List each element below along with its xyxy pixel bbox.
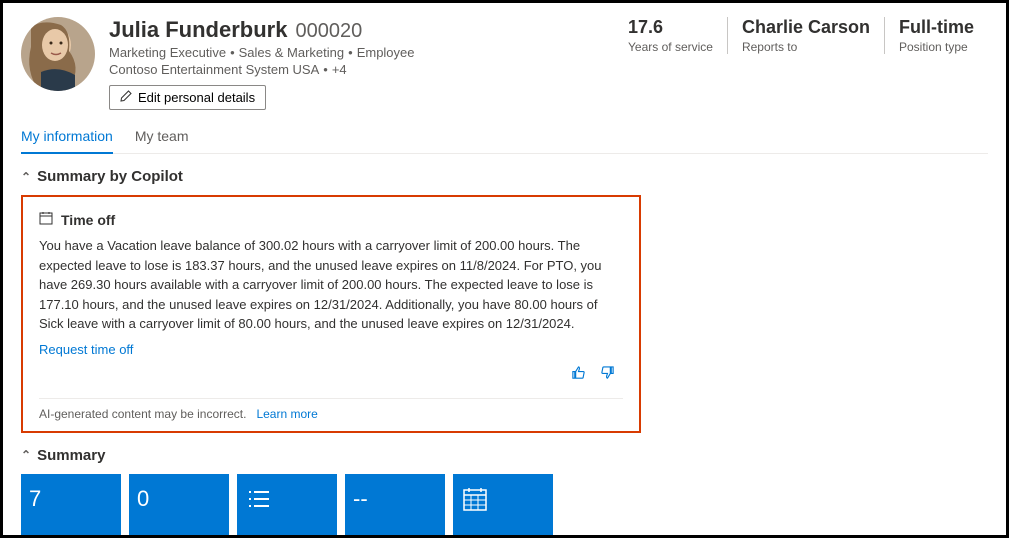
job-title: Marketing Executive [109,45,226,60]
edit-personal-button[interactable]: Edit personal details [109,85,266,110]
person-meta-1: Marketing Executive•Sales & Marketing•Em… [109,45,415,60]
feedback-row [39,365,623,384]
person-info: Julia Funderburk 000020 Marketing Execut… [109,17,415,110]
role: Employee [357,45,415,60]
stat-years: 17.6 Years of service [614,17,727,54]
edit-label: Edit personal details [138,90,255,105]
person-name: Julia Funderburk [109,17,287,43]
disclaimer-text: AI-generated content may be incorrect. [39,407,246,421]
header-right: 17.6 Years of service Charlie Carson Rep… [614,17,988,54]
reports-label: Reports to [742,40,870,54]
learn-more-link[interactable]: Learn more [256,407,317,421]
tile-top: 0 [137,482,221,516]
page-frame: Julia Funderburk 000020 Marketing Execut… [0,0,1009,538]
header-left: Julia Funderburk 000020 Marketing Execut… [21,17,415,110]
tile[interactable]: Company directory [237,474,337,538]
company: Contoso Entertainment System USA [109,62,319,77]
calendar-icon [39,211,53,228]
tile-top: -- [353,482,437,516]
copilot-card-header: Time off [39,211,623,228]
tile-top [245,482,329,516]
tile[interactable]: 0Questionnaires assigned to me [129,474,229,538]
tile-top [461,482,545,516]
copilot-title: Summary by Copilot [37,168,183,185]
position-value: Full-time [899,17,974,38]
years-label: Years of service [628,40,713,54]
section-summary: ⌃ Summary 7Work items assigned to me0Que… [21,447,988,538]
thumbs-down-icon[interactable] [600,365,615,384]
extra-count[interactable]: +4 [332,62,347,77]
tile-top: 7 [29,482,113,516]
tile[interactable]: 7Work items assigned to me [21,474,121,538]
section-header-summary[interactable]: ⌃ Summary [21,447,988,464]
department: Sales & Marketing [239,45,345,60]
copilot-body: You have a Vacation leave balance of 300… [39,236,623,334]
tile[interactable]: --Open jobs [345,474,445,538]
position-label: Position type [899,40,974,54]
section-header-copilot[interactable]: ⌃ Summary by Copilot [21,168,988,185]
summary-title: Summary [37,447,105,464]
person-meta-2: Contoso Entertainment System USA•+4 [109,62,415,77]
tab-my-information[interactable]: My information [21,122,113,154]
tiles-row: 7Work items assigned to me0Questionnaire… [21,474,988,538]
tabs: My information My team [21,122,988,154]
request-time-off-link[interactable]: Request time off [39,342,133,357]
avatar [21,17,95,91]
chevron-up-icon: ⌃ [21,170,31,184]
tile[interactable]: Team absence calendar [453,474,553,538]
section-copilot: ⌃ Summary by Copilot Time off You have a… [21,168,988,433]
reports-value: Charlie Carson [742,17,870,38]
copilot-footer: AI-generated content may be incorrect. L… [39,398,623,421]
header: Julia Funderburk 000020 Marketing Execut… [21,17,988,110]
thumbs-up-icon[interactable] [571,365,586,384]
chevron-up-icon: ⌃ [21,448,31,462]
tab-my-team[interactable]: My team [135,122,189,153]
copilot-card: Time off You have a Vacation leave balan… [21,195,641,433]
years-value: 17.6 [628,17,713,38]
copilot-card-title: Time off [61,212,115,228]
stat-reports: Charlie Carson Reports to [727,17,884,54]
employee-id: 000020 [295,20,362,43]
pencil-icon [120,90,132,105]
stat-position: Full-time Position type [884,17,988,54]
